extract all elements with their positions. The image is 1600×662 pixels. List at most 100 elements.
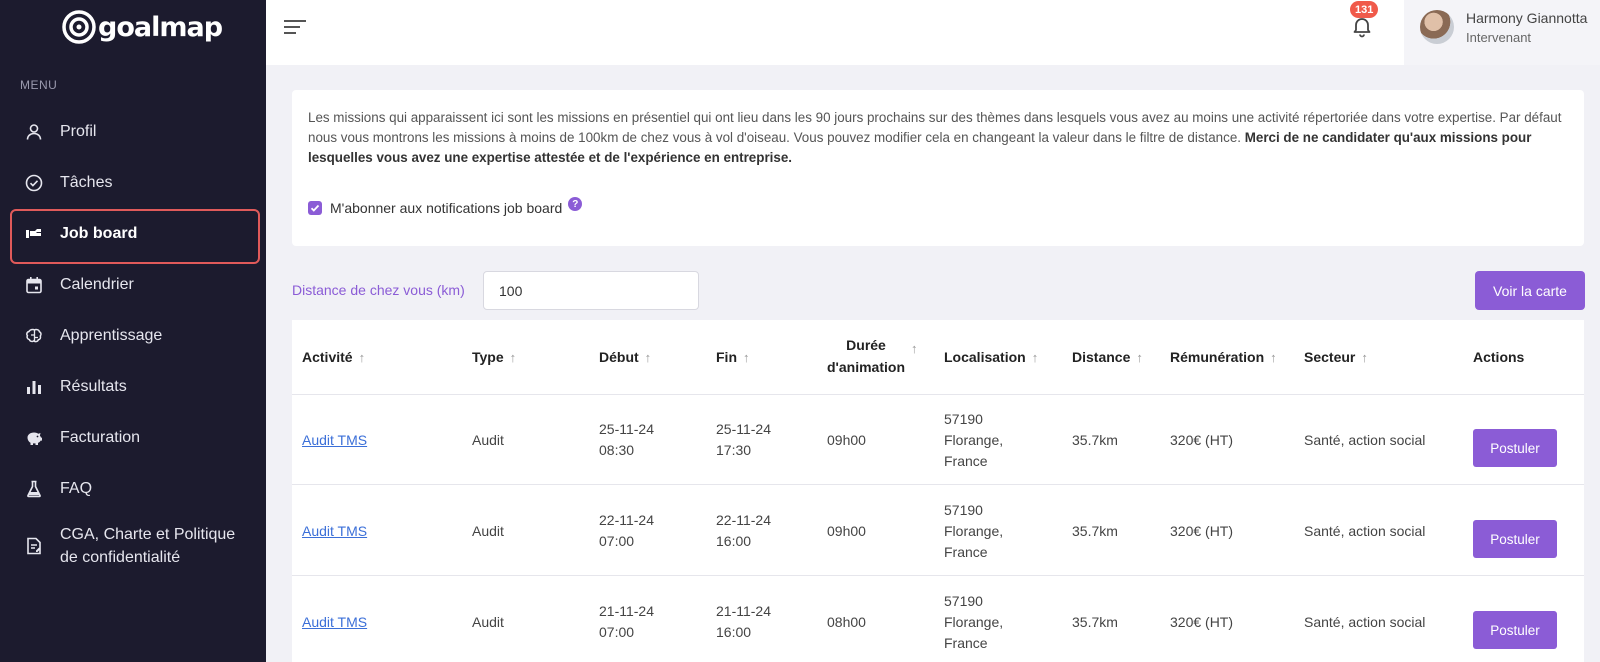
sidebar-item-profil[interactable]: Profil	[0, 106, 266, 157]
sector-cell: Santé, action social	[1304, 613, 1426, 630]
sidebar-item-job-board[interactable]: Job board	[0, 208, 266, 264]
sort-arrow-icon: ↑	[358, 349, 366, 365]
job-board-icon	[25, 225, 43, 243]
pay-cell: 320€ (HT)	[1170, 613, 1234, 630]
distance-cell: 35.7km	[1072, 613, 1118, 630]
apply-button[interactable]: Postuler	[1473, 520, 1557, 558]
header-label: Durée	[846, 337, 886, 353]
sort-arrow-icon: ↑	[1270, 349, 1277, 365]
check-circle-icon	[25, 174, 43, 192]
user-icon	[25, 123, 43, 141]
sort-arrow-icon: ↑	[1031, 349, 1039, 365]
end-date: 21-11-24	[716, 603, 772, 619]
subscribe-checkbox[interactable]	[308, 201, 322, 215]
location-cell: 57190 Florange, France	[944, 486, 1003, 576]
sector-cell: Santé, action social	[1304, 522, 1426, 539]
document-icon	[25, 537, 43, 555]
location-postcode: 57190	[944, 501, 983, 518]
subscribe-label[interactable]: M'abonner aux notifications job board	[330, 200, 562, 216]
header-label: Localisation	[944, 349, 1026, 365]
sidebar-item-label: Profil	[60, 122, 97, 140]
info-text: Les missions qui apparaissent ici sont l…	[308, 108, 1568, 168]
column-header-activity[interactable]: Activité ↑	[302, 320, 365, 394]
start-date: 22-11-24	[599, 512, 655, 528]
column-header-pay[interactable]: Rémunération ↑	[1170, 320, 1277, 394]
header-label: Actions	[1473, 349, 1525, 365]
sidebar-item-faq[interactable]: FAQ	[0, 463, 266, 514]
end-cell: 25-11-24 17:30	[716, 395, 771, 485]
location-postcode: 57190	[944, 410, 983, 427]
sidebar-item-taches[interactable]: Tâches	[0, 157, 266, 208]
table-row: Audit TMS Audit 22-11-24 07:00 22-11-24 16…	[292, 486, 1584, 576]
piggy-bank-icon	[25, 429, 43, 447]
distance-cell: 35.7km	[1072, 431, 1118, 448]
end-cell: 21-11-24 16:00	[716, 577, 771, 662]
duration-cell: 09h00	[827, 522, 866, 539]
sidebar-nav: Profil Tâches Job board Calendrier Appre…	[0, 106, 266, 578]
type-cell: Audit	[472, 431, 504, 448]
header-label: Distance	[1072, 349, 1131, 365]
sort-arrow-icon: ↑	[1361, 349, 1368, 365]
table-row: Audit TMS Audit 21-11-24 07:00 21-11-24 16…	[292, 577, 1584, 662]
column-header-sector[interactable]: Secteur ↑	[1304, 320, 1368, 394]
sidebar-item-calendrier[interactable]: Calendrier	[0, 259, 266, 310]
topbar: 131 Harmony Giannotta Intervenant	[266, 0, 1600, 65]
sidebar: goalmap MENU Profil Tâches Job board Cal	[0, 0, 266, 662]
type-cell: Audit	[472, 522, 504, 539]
activity-link[interactable]: Audit TMS	[302, 521, 367, 542]
header-label: Activité	[302, 349, 353, 365]
location-country: France	[944, 634, 988, 651]
end-time: 17:30	[716, 442, 752, 458]
end-cell: 22-11-24 16:00	[716, 486, 771, 576]
user-menu[interactable]: Harmony Giannotta Intervenant	[1404, 0, 1600, 65]
column-header-end[interactable]: Fin ↑	[716, 320, 750, 394]
notification-count-badge: 131	[1350, 1, 1379, 18]
view-map-button[interactable]: Voir la carte	[1475, 271, 1585, 310]
end-time: 16:00	[716, 624, 752, 640]
sort-arrow-icon: ↑	[911, 341, 918, 356]
column-header-distance[interactable]: Distance ↑	[1072, 320, 1143, 394]
location-cell: 57190 Florange, France	[944, 577, 1003, 662]
activity-link[interactable]: Audit TMS	[302, 430, 367, 451]
calendar-icon	[25, 276, 43, 294]
sort-arrow-icon: ↑	[644, 349, 652, 365]
location-city: Florange,	[944, 522, 1004, 539]
column-header-location[interactable]: Localisation ↑	[944, 320, 1038, 394]
brain-icon	[25, 327, 43, 345]
sidebar-item-label: Tâches	[60, 173, 113, 191]
column-header-type[interactable]: Type ↑	[472, 320, 516, 394]
sort-arrow-icon: ↑	[1136, 349, 1143, 365]
logo-text: goalmap	[98, 11, 223, 43]
flask-icon	[25, 480, 43, 498]
header-label: Type	[472, 349, 504, 365]
start-date: 25-11-24	[599, 421, 655, 437]
apply-button[interactable]: Postuler	[1473, 611, 1557, 649]
apply-button[interactable]: Postuler	[1473, 429, 1557, 467]
start-cell: 22-11-24 07:00	[599, 486, 654, 576]
missions-table: Activité ↑ Type ↑ Début ↑ Fin ↑ Durée d'anim…	[292, 320, 1584, 662]
sort-arrow-icon: ↑	[743, 349, 750, 365]
goalmap-logo[interactable]: goalmap	[62, 10, 223, 44]
activity-link[interactable]: Audit TMS	[302, 612, 367, 633]
sidebar-item-label: Apprentissage	[60, 326, 163, 344]
location-city: Florange,	[944, 431, 1004, 448]
sidebar-item-cga[interactable]: CGA, Charte et Politique de confidential…	[0, 514, 266, 578]
location-country: France	[944, 543, 988, 560]
distance-input[interactable]	[483, 271, 699, 310]
distance-filter-label: Distance de chez vous (km)	[292, 282, 465, 298]
avatar	[1420, 10, 1454, 44]
start-time: 07:00	[599, 624, 635, 640]
help-icon[interactable]: ?	[568, 197, 583, 211]
pay-cell: 320€ (HT)	[1170, 522, 1234, 539]
column-header-duration[interactable]: Durée d'animation ↑	[827, 320, 918, 394]
column-header-start[interactable]: Début ↑	[599, 320, 651, 394]
start-cell: 25-11-24 08:30	[599, 395, 654, 485]
sidebar-item-apprentissage[interactable]: Apprentissage	[0, 310, 266, 361]
end-date: 22-11-24	[716, 512, 772, 528]
sidebar-item-facturation[interactable]: Facturation	[0, 412, 266, 463]
sidebar-item-resultats[interactable]: Résultats	[0, 361, 266, 412]
location-country: France	[944, 452, 988, 469]
header-label: Secteur	[1304, 349, 1356, 365]
menu-toggle-icon[interactable]	[284, 18, 306, 36]
menu-label: MENU	[20, 78, 58, 92]
